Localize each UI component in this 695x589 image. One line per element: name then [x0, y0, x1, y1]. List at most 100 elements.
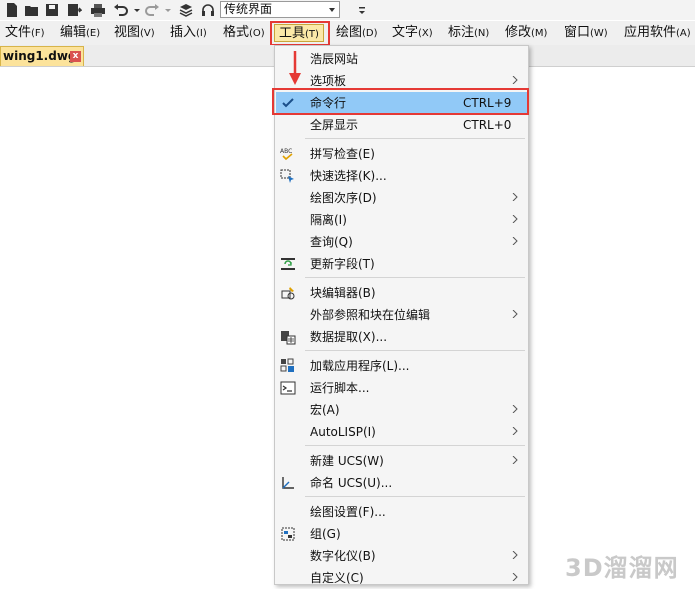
- menu-item-xref-inplace-edit[interactable]: 外部参照和块在位编辑: [276, 304, 527, 326]
- redo-icon[interactable]: [144, 2, 160, 18]
- quick-select-icon: [280, 168, 296, 184]
- menu-accelerator: (D): [362, 28, 378, 39]
- menu-item-label: 新建 UCS(W): [310, 454, 384, 468]
- print-icon[interactable]: [90, 2, 106, 18]
- chevron-right-icon: [512, 215, 518, 223]
- menu-apps[interactable]: 应用软件(A): [624, 24, 691, 42]
- menu-item-label: 宏(A): [310, 403, 340, 417]
- menu-item-label: 全屏显示: [310, 118, 359, 132]
- menu-item-block-editor[interactable]: 块编辑器(B): [276, 282, 527, 304]
- menu-text[interactable]: 文字(X): [392, 24, 433, 42]
- red-arrow-icon: [289, 51, 301, 85]
- chevron-right-icon: [512, 76, 518, 84]
- menu-item-label: 命名 UCS(U)...: [310, 476, 393, 490]
- menu-item-label: 绘图设置(F)...: [310, 505, 386, 519]
- menu-item-macro[interactable]: 宏(A): [276, 399, 527, 421]
- undo-icon[interactable]: [113, 2, 129, 18]
- menu-file[interactable]: 文件(F): [5, 24, 45, 42]
- document-tab[interactable]: wing1.dwg x: [0, 46, 84, 66]
- menu-item-label: 选项板: [310, 74, 347, 88]
- menu-item-digitizer[interactable]: 数字化仪(B): [276, 545, 527, 567]
- chevron-right-icon: [512, 193, 518, 201]
- block-editor-icon: [280, 285, 296, 301]
- menu-item-named-ucs[interactable]: 命名 UCS(U)...: [276, 472, 527, 494]
- menu-item-label: 加载应用程序(L)...: [310, 359, 410, 373]
- layers-icon[interactable]: [178, 2, 194, 18]
- menu-window[interactable]: 窗口(W): [564, 24, 608, 42]
- menu-item-quick-select[interactable]: 快速选择(K)...: [276, 165, 527, 187]
- open-folder-icon[interactable]: [24, 2, 40, 18]
- save-as-icon[interactable]: [66, 2, 82, 18]
- menu-item-inquiry[interactable]: 查询(Q): [276, 231, 527, 253]
- document-tab-label: wing1.dwg: [3, 49, 77, 63]
- menu-item-fullscreen[interactable]: 全屏显示 CTRL+0: [276, 114, 527, 136]
- menu-bar: 文件(F) 编辑(E) 视图(V) 插入(I) 格式(O) 工具(T) 绘图(D…: [0, 21, 695, 46]
- headphones-icon[interactable]: [200, 2, 216, 18]
- menu-separator: [305, 277, 525, 278]
- menu-label: 应用软件: [624, 25, 677, 40]
- menu-item-data-extraction[interactable]: 数据提取(X)...: [276, 326, 527, 348]
- group-icon: [280, 526, 296, 542]
- undo-dropdown-icon[interactable]: [129, 2, 145, 18]
- menu-item-new-ucs[interactable]: 新建 UCS(W): [276, 450, 527, 472]
- data-extraction-icon: [280, 329, 296, 345]
- menu-view[interactable]: 视图(V): [114, 24, 155, 42]
- menu-item-run-script[interactable]: 运行脚本...: [276, 377, 527, 399]
- menu-item-label: 更新字段(T): [310, 257, 375, 271]
- menu-label: 视图: [114, 25, 141, 40]
- menu-item-label: 数据提取(X)...: [310, 330, 388, 344]
- menu-label: 绘图: [336, 25, 363, 40]
- menu-item-label: 查询(Q): [310, 235, 353, 249]
- chevron-right-icon: [512, 551, 518, 559]
- menu-accelerator: (A): [676, 28, 691, 39]
- menu-label: 窗口: [564, 25, 591, 40]
- menu-item-spell-check[interactable]: ABC 拼写检查(E): [276, 143, 527, 165]
- menu-format[interactable]: 格式(O): [223, 24, 265, 42]
- menu-item-update-fields[interactable]: 更新字段(T): [276, 253, 527, 275]
- menu-accelerator: (V): [140, 28, 155, 39]
- menu-separator: [305, 138, 525, 139]
- menu-label: 文件: [5, 25, 32, 40]
- watermark: 3D溜溜网: [565, 554, 679, 582]
- menu-insert[interactable]: 插入(I): [170, 24, 207, 42]
- menu-item-drafting-settings[interactable]: 绘图设置(F)...: [276, 501, 527, 523]
- menu-edit[interactable]: 编辑(E): [60, 24, 100, 42]
- menu-label: 文字: [392, 25, 419, 40]
- chevron-right-icon: [512, 427, 518, 435]
- menu-item-website[interactable]: 浩辰网站: [276, 48, 527, 70]
- menu-item-label: 拼写检查(E): [310, 147, 375, 161]
- menu-item-label: 快速选择(K)...: [310, 169, 387, 183]
- menu-item-load-application[interactable]: 加载应用程序(L)...: [276, 355, 527, 377]
- menu-label: 插入: [170, 25, 197, 40]
- save-icon[interactable]: [44, 2, 60, 18]
- menu-draw[interactable]: 绘图(D): [336, 24, 378, 42]
- menu-separator: [305, 496, 525, 497]
- tools-dropdown-menu: 浩辰网站 选项板 命令行 CTRL+9 全屏显示 CTRL+0 ABC 拼写检查…: [274, 45, 529, 585]
- menu-modify[interactable]: 修改(M): [505, 24, 547, 42]
- menu-accelerator: (W): [590, 28, 608, 39]
- new-file-icon[interactable]: [4, 2, 20, 18]
- menu-label: 修改: [505, 25, 532, 40]
- command-line-highlight-box: [272, 88, 529, 115]
- chevron-right-icon: [512, 573, 518, 581]
- menu-separator: [305, 350, 525, 351]
- menu-dimension[interactable]: 标注(N): [448, 24, 489, 42]
- menu-item-draw-order[interactable]: 绘图次序(D): [276, 187, 527, 209]
- menu-accelerator: (X): [418, 28, 433, 39]
- svg-text:ABC: ABC: [280, 148, 292, 155]
- workspace-select[interactable]: 传统界面: [220, 1, 340, 18]
- close-icon[interactable]: x: [70, 51, 81, 62]
- menu-item-autolisp[interactable]: AutoLISP(I): [276, 421, 527, 443]
- menu-label: 标注: [448, 25, 475, 40]
- menu-accelerator: (O): [249, 28, 265, 39]
- redo-dropdown-icon[interactable]: [160, 2, 176, 18]
- customize-toolbar-icon[interactable]: [356, 3, 368, 17]
- menu-item-isolate[interactable]: 隔离(I): [276, 209, 527, 231]
- chevron-down-icon: [329, 8, 335, 12]
- menu-item-customize[interactable]: 自定义(C): [276, 567, 527, 589]
- workspace-value: 传统界面: [224, 2, 273, 16]
- menu-item-group[interactable]: 组(G): [276, 523, 527, 545]
- menu-item-label: 自定义(C): [310, 571, 364, 585]
- chevron-right-icon: [512, 456, 518, 464]
- chevron-right-icon: [512, 310, 518, 318]
